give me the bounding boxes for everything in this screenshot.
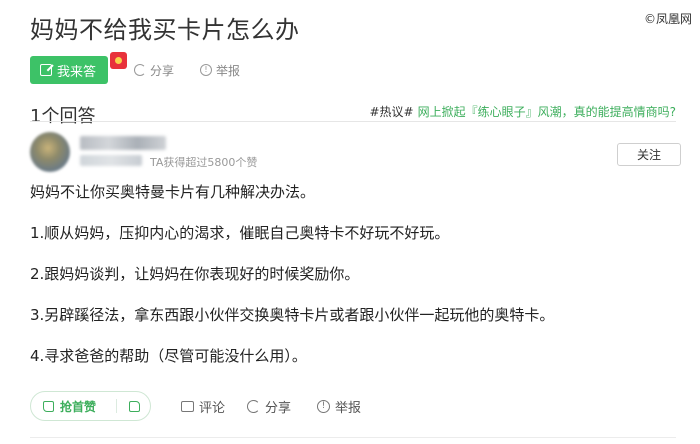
red-packet-icon [110, 52, 127, 69]
report-link[interactable]: ! 举报 [200, 62, 240, 79]
author-name-blurred[interactable] [80, 136, 166, 150]
thumbs-up-icon [43, 400, 54, 412]
answer-button[interactable]: 我来答 [30, 52, 127, 84]
hot-topic-text: 网上掀起『练心眼子』风潮，真的能提高情商吗? [417, 105, 676, 119]
upvote-button[interactable]: 抢首赞 [43, 398, 96, 415]
share-icon [247, 399, 261, 413]
report-icon: ! [317, 399, 331, 413]
answer-share-label: 分享 [265, 400, 292, 416]
answer-action-bar: 抢首赞 评论 分享 ! 举报 [30, 391, 361, 421]
answer-button-label: 我来答 [57, 64, 97, 80]
vote-group: 抢首赞 [30, 391, 152, 421]
answer-paragraph: 妈妈不让你买奥特曼卡片有几种解决办法。 [30, 183, 316, 201]
answer-count: 1个回答 [30, 106, 96, 127]
author-likes: TA获得超过5800个赞 [150, 156, 258, 169]
answer-share-button[interactable]: 分享 [247, 397, 291, 416]
avatar[interactable] [30, 132, 70, 172]
follow-button[interactable]: 关注 [617, 143, 681, 166]
answer-paragraph: 1.顺从妈妈，压抑内心的渴求，催眠自己奥特卡不好玩不好玩。 [30, 224, 450, 242]
watermark: ©凤凰网 [643, 12, 692, 26]
upvote-label: 抢首赞 [60, 399, 97, 414]
comment-label: 评论 [199, 400, 226, 416]
answer-paragraph: 2.跟妈妈谈判，让妈妈在你表现好的时候奖励你。 [30, 265, 360, 283]
report-label: 举报 [216, 63, 241, 78]
divider [30, 121, 676, 122]
comment-button[interactable]: 评论 [181, 397, 225, 416]
edit-icon [40, 64, 52, 76]
comment-icon [181, 400, 195, 412]
author-subtitle-blurred [80, 155, 142, 166]
answer-report-label: 举报 [335, 400, 362, 416]
vote-separator [116, 399, 118, 413]
hot-topic-tag: #热议# [369, 105, 414, 119]
question-title: 妈妈不给我买卡片怎么办 [30, 16, 300, 44]
answer-report-button[interactable]: ! 举报 [317, 397, 361, 416]
answer-content: 妈妈不让你买奥特曼卡片有几种解决办法。 1.顺从妈妈，压抑内心的渴求，催眠自己奥… [30, 181, 670, 367]
divider [30, 437, 676, 438]
thumbs-down-icon [129, 400, 141, 412]
share-link[interactable]: 分享 [134, 62, 174, 79]
share-label: 分享 [150, 63, 175, 78]
report-icon: ! [200, 64, 213, 76]
share-icon [134, 64, 147, 76]
question-actions: 我来答 分享 ! 举报 [30, 52, 240, 84]
answer-paragraph: 4.寻求爸爸的帮助（尽管可能没什么用）。 [30, 347, 307, 365]
hot-topic-link[interactable]: #热议# 网上掀起『练心眼子』风潮，真的能提高情商吗? [370, 103, 677, 120]
downvote-button[interactable] [129, 400, 141, 412]
answer-paragraph: 3.另辟蹊径法，拿东西跟小伙伴交换奥特卡片或者跟小伙伴一起玩他的奥特卡。 [30, 306, 555, 324]
